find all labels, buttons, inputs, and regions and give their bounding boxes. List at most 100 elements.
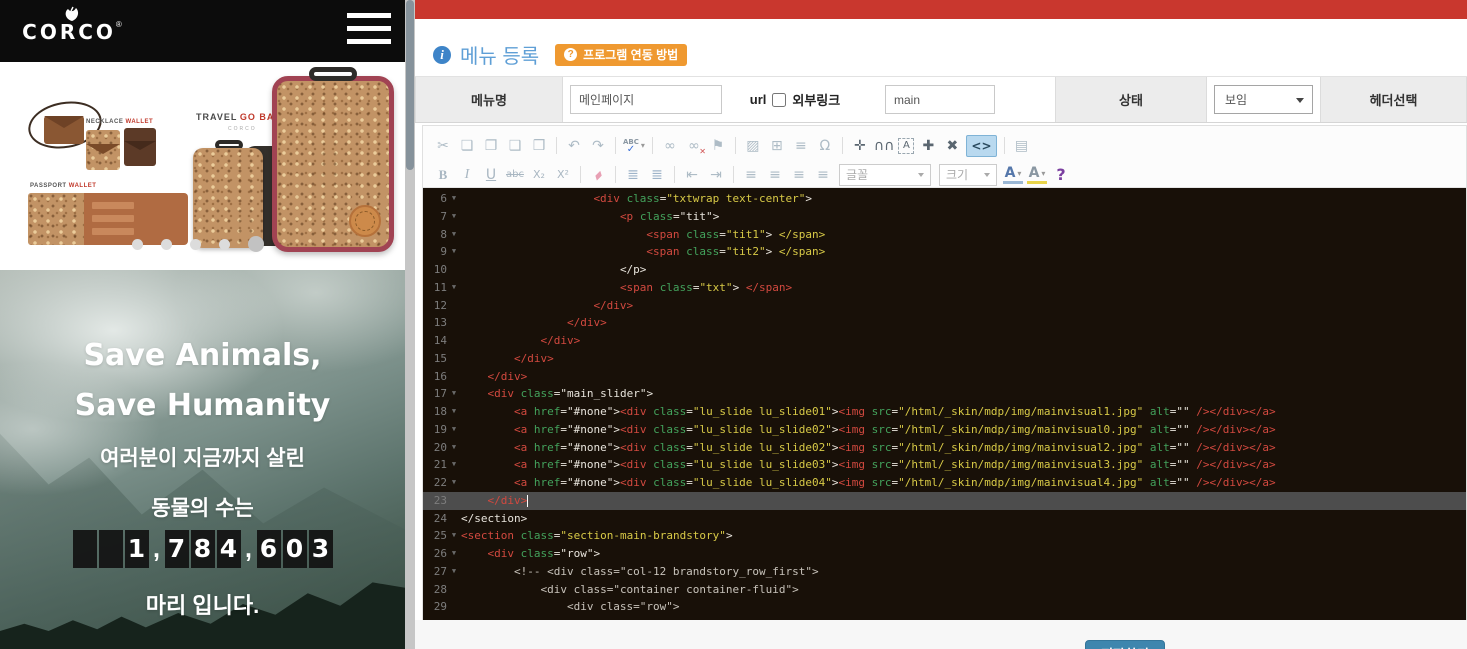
slider-dot-2[interactable] [161,239,172,250]
code-line-29[interactable]: 29<div class="row"> [423,598,1466,616]
hamburger-menu-icon[interactable] [347,13,391,47]
anchor-icon[interactable]: ⚑ [708,135,728,157]
brand-logo[interactable]: CORCO® [22,6,122,44]
slider-dot-4[interactable] [219,239,230,250]
code-line-21[interactable]: 21▼<a href="#none"><div class="lu_slide … [423,456,1466,474]
italic-icon[interactable]: I [457,164,477,186]
horizontal-line-icon[interactable]: ≡ [791,135,811,157]
link-icon[interactable]: ∞ [660,135,680,157]
bulleted-list-icon[interactable]: ≣ [647,164,667,186]
code-line-13[interactable]: 13</div> [423,314,1466,332]
fold-arrow-icon[interactable]: ▼ [447,208,461,226]
scayt-disable-icon[interactable]: ✖ [942,135,962,157]
code-line-18[interactable]: 18▼<a href="#none"><div class="lu_slide … [423,403,1466,421]
bold-icon[interactable]: B [433,164,453,186]
image-icon[interactable]: ▨ [743,135,763,157]
unlink-icon[interactable]: ∞✕ [684,135,704,157]
align-center-icon[interactable]: ≡ [765,164,785,186]
align-left-icon[interactable]: ≡ [741,164,761,186]
preview-scrollbar[interactable] [405,0,415,649]
fold-arrow-icon[interactable]: ▼ [447,279,461,297]
line-number: 26 [423,545,447,563]
paste-text-icon[interactable]: ❑ [505,135,525,157]
paste-icon[interactable]: ❐ [481,135,501,157]
align-right-icon[interactable]: ≡ [789,164,809,186]
fold-arrow-icon[interactable]: ▼ [447,403,461,421]
undo-icon[interactable]: ↶ [564,135,584,157]
bg-color-icon[interactable]: A▾ [1027,166,1047,184]
save-button[interactable]: 저장하기 [1085,640,1165,649]
size-dropdown[interactable]: 크기 [939,164,997,186]
fold-arrow-icon[interactable]: ▼ [447,226,461,244]
code-line-16[interactable]: 16</div> [423,368,1466,386]
code-line-26[interactable]: 26▼<div class="row"> [423,545,1466,563]
paste-word-icon[interactable]: ❒ [529,135,549,157]
underline-icon[interactable]: U [481,164,501,186]
code-line-17[interactable]: 17▼<div class="main_slider"> [423,385,1466,403]
special-char-icon[interactable]: Ω [815,135,835,157]
fold-arrow-icon[interactable]: ▼ [447,421,461,439]
source-code-area[interactable]: 6▼<div class="txtwrap text-center">7▼<p … [423,188,1466,620]
code-line-23[interactable]: 23</div> [423,492,1466,510]
remove-format-icon[interactable]: ▰ [583,160,613,190]
code-line-6[interactable]: 6▼<div class="txtwrap text-center"> [423,190,1466,208]
fold-arrow-icon[interactable]: ▼ [447,456,461,474]
font-dropdown[interactable]: 글꼴 [839,164,931,186]
scayt-enable-icon[interactable]: ✚ [918,135,938,157]
code-line-25[interactable]: 25▼<section class="section-main-brandsto… [423,527,1466,545]
code-line-24[interactable]: 24</section> [423,510,1466,528]
slider-dot-5[interactable] [248,236,264,252]
fold-arrow-icon[interactable]: ▼ [447,190,461,208]
print-icon[interactable]: ▤ [1012,135,1032,157]
url-input[interactable] [885,85,995,114]
align-justify-icon[interactable]: ≡ [813,164,833,186]
find-replace-icon[interactable]: ∩∩ [874,135,895,157]
numbered-list-icon[interactable]: ≣ [623,164,643,186]
slider-dot-1[interactable] [132,239,143,250]
code-line-22[interactable]: 22▼<a href="#none"><div class="lu_slide … [423,474,1466,492]
cut-icon[interactable]: ✂ [433,135,453,157]
fold-arrow-icon[interactable]: ▼ [447,545,461,563]
program-link-help-button[interactable]: ? 프로그램 연동 방법 [555,44,687,66]
slider-dot-3[interactable] [190,239,201,250]
code-line-11[interactable]: 11▼<span class="txt"> </span> [423,279,1466,297]
fold-arrow-icon[interactable]: ▼ [447,474,461,492]
page-title: 메뉴 등록 [460,40,539,69]
subscript-icon[interactable]: X₂ [529,164,549,186]
product-slider[interactable]: NECKLACE WALLET PASSPORT WALLET TRAVEL G… [0,62,405,270]
code-line-14[interactable]: 14</div> [423,332,1466,350]
fold-arrow-icon[interactable]: ▼ [447,439,461,457]
spellcheck-icon[interactable]: ABC✓▾ [623,135,645,157]
code-line-12[interactable]: 12</div> [423,297,1466,315]
code-line-9[interactable]: 9▼<span class="tit2"> </span> [423,243,1466,261]
fold-arrow-icon[interactable]: ▼ [447,527,461,545]
passport-wallet-label: PASSPORT WALLET [30,183,96,189]
code-line-15[interactable]: 15</div> [423,350,1466,368]
code-line-27[interactable]: 27▼<!-- <div class="col-12 brandstory_ro… [423,563,1466,581]
redo-icon[interactable]: ↷ [588,135,608,157]
source-icon[interactable]: <> [966,135,996,157]
copy-icon[interactable]: ❏ [457,135,477,157]
maximize-icon[interactable]: ✛ [850,135,870,157]
superscript-icon[interactable]: X² [553,164,573,186]
select-all-icon[interactable]: A [898,138,914,154]
fold-arrow-icon[interactable]: ▼ [447,563,461,581]
outdent-icon[interactable]: ⇤ [682,164,702,186]
code-line-8[interactable]: 8▼<span class="tit1"> </span> [423,226,1466,244]
fold-arrow-icon[interactable]: ▼ [447,385,461,403]
code-line-10[interactable]: 10</p> [423,261,1466,279]
indent-icon[interactable]: ⇥ [706,164,726,186]
text-color-icon[interactable]: A▾ [1003,166,1023,184]
code-line-28[interactable]: 28<div class="container container-fluid"… [423,581,1466,599]
table-icon[interactable]: ⊞ [767,135,787,157]
code-line-19[interactable]: 19▼<a href="#none"><div class="lu_slide … [423,421,1466,439]
code-line-7[interactable]: 7▼<p class="tit"> [423,208,1466,226]
fold-arrow-icon[interactable]: ▼ [447,243,461,261]
scrollbar-thumb[interactable] [406,0,414,170]
status-select[interactable]: 보임 [1214,85,1313,114]
code-line-20[interactable]: 20▼<a href="#none"><div class="lu_slide … [423,439,1466,457]
menu-name-input[interactable] [570,85,722,114]
strikethrough-icon[interactable]: abc [505,164,525,186]
external-link-checkbox[interactable] [772,93,786,107]
help-icon[interactable]: ? [1051,164,1071,186]
